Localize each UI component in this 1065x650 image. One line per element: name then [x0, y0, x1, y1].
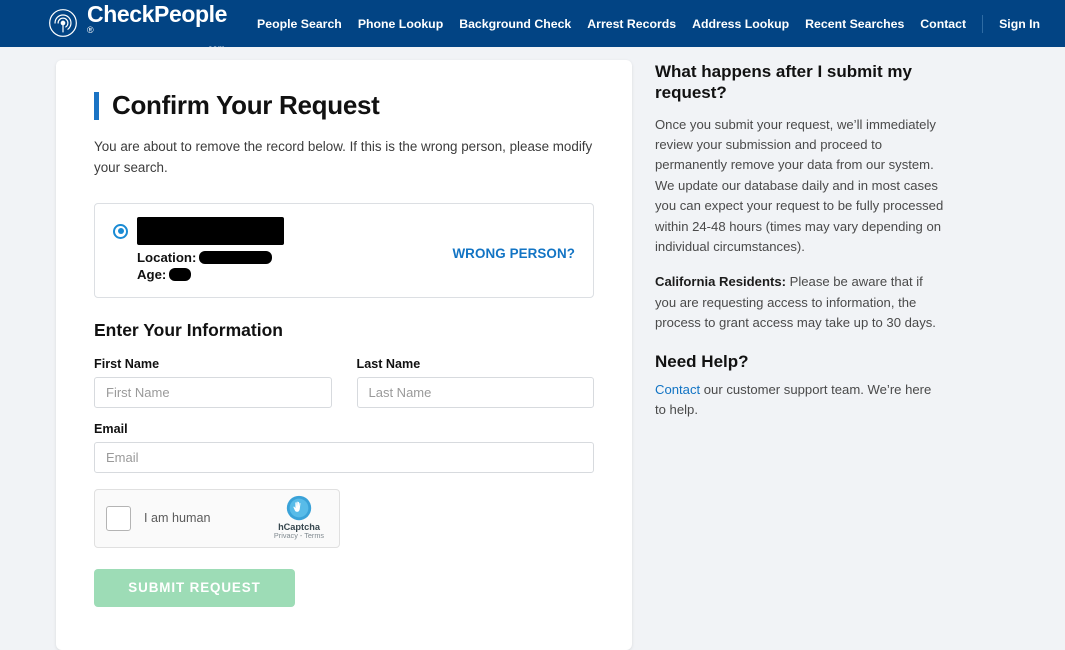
nav-item-recent-searches[interactable]: Recent Searches — [797, 17, 912, 31]
location-label: Location: — [137, 249, 197, 265]
sidebar-heading-what-happens: What happens after I submit my request? — [655, 62, 912, 103]
hcaptcha-label: I am human — [144, 511, 211, 526]
sign-in-link[interactable]: Sign In — [991, 17, 1048, 31]
email-field-group: Email — [94, 422, 594, 473]
page-title: Confirm Your Request — [112, 90, 380, 120]
nav-item-address-lookup[interactable]: Address Lookup — [684, 17, 797, 31]
record-age-line: Age: — [137, 267, 575, 282]
sidebar-heading-need-help: Need Help? — [655, 351, 749, 371]
primary-nav: People Search Phone Lookup Background Ch… — [249, 14, 1048, 33]
first-name-input[interactable] — [94, 376, 332, 408]
last-name-input[interactable] — [356, 376, 594, 408]
hcaptcha-branding: hCaptcha Privacy - Terms — [270, 495, 328, 541]
last-name-field-group: Last Name — [356, 356, 594, 408]
page-content: Confirm Your Request You are about to re… — [0, 47, 1065, 650]
logo-registered-mark: ® — [87, 25, 94, 36]
first-name-field-group: First Name — [94, 357, 332, 408]
title-accent-bar — [94, 91, 99, 120]
age-label: Age: — [137, 266, 167, 282]
california-residents-label: California Residents: — [655, 274, 786, 290]
page-title-row: Confirm Your Request — [94, 90, 594, 121]
wrong-person-link[interactable]: WRONG PERSON? — [452, 246, 575, 261]
name-field-row: First Name Last Name — [94, 357, 594, 408]
nav-divider — [982, 14, 984, 33]
logo-wordmark: CheckPeople — [87, 1, 228, 28]
sidebar-paragraph-california: California Residents: Please be aware th… — [655, 272, 945, 333]
nav-item-phone-lookup[interactable]: Phone Lookup — [350, 17, 451, 31]
redacted-location — [199, 250, 273, 264]
form-heading: Enter Your Information — [94, 319, 283, 340]
sidebar-paragraph-help: Contact our customer support team. We’re… — [655, 380, 945, 421]
record-radio-button[interactable] — [113, 223, 128, 239]
fingerprint-icon — [49, 9, 77, 38]
record-selection-box[interactable]: Location: Age: WRONG PERSON? — [94, 202, 594, 298]
nav-item-contact[interactable]: Contact — [912, 17, 974, 31]
redacted-name — [137, 216, 284, 245]
site-logo[interactable]: CheckPeople ® .com — [48, 1, 228, 52]
hcaptcha-privacy-terms[interactable]: Privacy - Terms — [270, 531, 328, 541]
last-name-label: Last Name — [356, 356, 421, 371]
nav-item-background-check[interactable]: Background Check — [451, 17, 579, 31]
hcaptcha-hand-icon — [286, 495, 312, 521]
email-input[interactable] — [94, 441, 594, 473]
hcaptcha-widget[interactable]: I am human hCaptcha Privacy - Terms — [94, 488, 340, 548]
contact-support-link[interactable]: Contact — [655, 382, 700, 397]
nav-item-people-search[interactable]: People Search — [249, 17, 350, 31]
page-subtitle: You are about to remove the record below… — [94, 139, 593, 175]
submit-request-button[interactable]: SUBMIT REQUEST — [94, 568, 295, 607]
sidebar-paragraph-process: Once you submit your request, we’ll imme… — [655, 116, 944, 255]
confirm-request-card: Confirm Your Request You are about to re… — [56, 60, 632, 650]
nav-item-arrest-records[interactable]: Arrest Records — [579, 17, 684, 31]
top-navigation-bar: CheckPeople ® .com People Search Phone L… — [0, 0, 1065, 52]
first-name-label: First Name — [94, 356, 160, 371]
redacted-age — [169, 267, 192, 281]
email-label: Email — [94, 421, 128, 436]
info-sidebar: What happens after I submit my request? … — [655, 61, 945, 436]
hcaptcha-checkbox[interactable] — [106, 505, 131, 531]
